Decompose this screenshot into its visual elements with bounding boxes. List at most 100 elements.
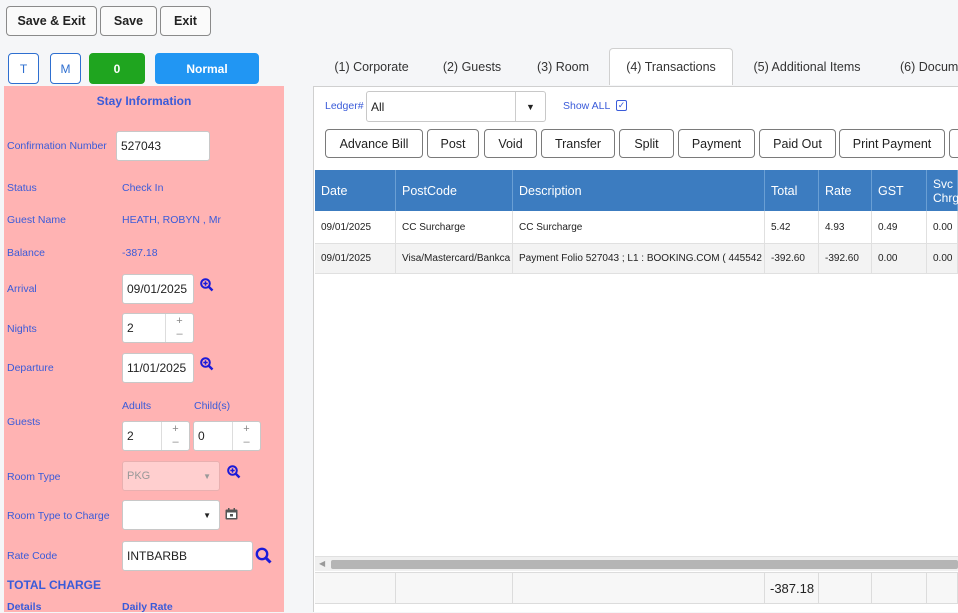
arrival-date-input[interactable]: 09/01/2025 — [122, 274, 194, 304]
ledger-value: All — [371, 99, 385, 114]
zoom-in-icon[interactable] — [200, 357, 214, 371]
cell-rate: -392.60 — [819, 244, 872, 273]
cell-postcode: Visa/Mastercard/Bankca — [396, 244, 513, 273]
split-button[interactable]: Split — [619, 129, 674, 158]
children-spinner[interactable]: + – — [232, 422, 260, 450]
print-payment-button[interactable]: Print Payment — [839, 129, 945, 158]
column-header-date[interactable]: Date — [315, 170, 396, 211]
tab-guests[interactable]: (2) Guests — [430, 48, 514, 85]
children-label: Child(s) — [194, 400, 231, 412]
nights-label: Nights — [7, 323, 37, 335]
footer-cell — [396, 572, 513, 604]
footer-cell — [872, 572, 927, 604]
show-all-label: Show ALL — [563, 100, 611, 112]
cell-rate: 4.93 — [819, 211, 872, 243]
chevron-down-icon: ▼ — [515, 92, 545, 121]
column-header-gst[interactable]: GST — [872, 170, 927, 211]
adults-label: Adults — [122, 400, 152, 412]
advance-bill-button[interactable]: Advance Bill — [325, 129, 423, 158]
footer-cell — [819, 572, 872, 604]
cell-gst: 0.49 — [872, 211, 927, 243]
cell-date: 09/01/2025 — [315, 211, 396, 243]
guests-label: Guests — [7, 416, 41, 428]
stay-information-header: Stay Information — [96, 94, 192, 108]
cell-postcode: CC Surcharge — [396, 211, 513, 243]
nights-stepper[interactable]: 2 + – — [122, 313, 194, 343]
arrival-label: Arrival — [7, 283, 37, 295]
more-action-button[interactable] — [949, 129, 958, 158]
adults-spinner[interactable]: + – — [161, 422, 189, 450]
save-exit-button[interactable]: Save & Exit — [6, 6, 97, 36]
column-header-total[interactable]: Total — [765, 170, 819, 211]
tab-documents[interactable]: (6) Docume — [890, 48, 958, 85]
column-header-description[interactable]: Description — [513, 170, 765, 211]
scrollbar-thumb[interactable] — [331, 560, 958, 569]
column-header-rate[interactable]: Rate — [819, 170, 872, 211]
cell-svc-chrg: 0.00 — [927, 211, 958, 243]
cell-description: CC Surcharge — [513, 211, 765, 243]
balance-label: Balance — [7, 247, 45, 259]
tab-room[interactable]: (3) Room — [524, 48, 602, 85]
horizontal-scrollbar[interactable]: ◀ — [315, 556, 958, 571]
count-badge[interactable]: 0 — [89, 53, 145, 84]
cell-total: -392.60 — [765, 244, 819, 273]
nights-value: 2 — [127, 321, 134, 335]
footer-cell — [927, 572, 958, 604]
checkbox-icon[interactable]: ✓ — [616, 100, 627, 111]
post-button[interactable]: Post — [427, 129, 479, 158]
footer-cell — [315, 572, 396, 604]
column-header-postcode[interactable]: PostCode — [396, 170, 513, 211]
footer-cell — [513, 572, 765, 604]
adults-stepper[interactable]: 2 + – — [122, 421, 190, 451]
calendar-icon[interactable] — [225, 508, 238, 520]
balance-value: -387.18 — [122, 247, 158, 259]
paid-out-button[interactable]: Paid Out — [759, 129, 836, 158]
tab-corporate[interactable]: (1) Corporate — [319, 48, 424, 85]
ledger-label: Ledger# — [325, 100, 364, 112]
room-type-value: PKG — [127, 470, 151, 482]
departure-label: Departure — [7, 362, 54, 374]
cell-svc-chrg: 0.00 — [927, 244, 958, 273]
room-type-select[interactable]: PKG ▼ — [122, 461, 220, 491]
zoom-in-icon[interactable] — [200, 278, 214, 292]
room-type-charge-select[interactable]: ▼ — [122, 500, 220, 530]
scroll-left-icon[interactable]: ◀ — [319, 559, 325, 568]
zoom-in-icon[interactable] — [227, 465, 241, 479]
tab-additional-items[interactable]: (5) Additional Items — [742, 48, 872, 85]
column-header-svc-chrg[interactable]: Svc Chrg — [927, 170, 958, 211]
total-charge-label: TOTAL CHARGE — [7, 578, 102, 592]
tab-transactions[interactable]: (4) Transactions — [609, 48, 733, 85]
stay-information-panel: Stay Information Confirmation Number 527… — [4, 86, 284, 613]
normal-button[interactable]: Normal — [155, 53, 259, 84]
t-button[interactable]: T — [8, 53, 39, 84]
transactions-panel — [313, 86, 958, 612]
exit-button[interactable]: Exit — [160, 6, 211, 36]
cell-date: 09/01/2025 — [315, 244, 396, 273]
adults-value: 2 — [127, 429, 134, 443]
chevron-down-icon: ▼ — [203, 471, 211, 481]
children-stepper[interactable]: 0 + – — [193, 421, 261, 451]
details-label: Details — [7, 601, 42, 613]
save-button[interactable]: Save — [100, 6, 157, 36]
confirmation-number-label: Confirmation Number — [7, 140, 107, 152]
children-value: 0 — [198, 429, 205, 443]
footer-total: -387.18 — [765, 572, 819, 604]
room-type-charge-label: Room Type to Charge — [7, 510, 110, 522]
status-value: Check In — [122, 182, 164, 194]
daily-rate-label: Daily Rate — [122, 601, 173, 613]
ledger-select[interactable]: All ▼ — [366, 91, 546, 122]
guest-name-value: HEATH, ROBYN , Mr — [122, 214, 221, 226]
room-type-label: Room Type — [7, 471, 61, 483]
rate-code-input[interactable]: INTBARBB — [122, 541, 253, 571]
m-button[interactable]: M — [50, 53, 81, 84]
departure-date-input[interactable]: 11/01/2025 — [122, 353, 194, 383]
payment-button[interactable]: Payment — [678, 129, 755, 158]
cell-description: Payment Folio 527043 ; L1 : BOOKING.COM … — [513, 244, 765, 273]
confirmation-number-input[interactable]: 527043 — [116, 131, 210, 161]
search-icon[interactable] — [255, 547, 272, 564]
nights-spinner[interactable]: + – — [165, 314, 193, 342]
row-divider — [315, 273, 958, 274]
chevron-down-icon: ▼ — [203, 510, 211, 520]
transfer-button[interactable]: Transfer — [541, 129, 615, 158]
void-button[interactable]: Void — [484, 129, 537, 158]
